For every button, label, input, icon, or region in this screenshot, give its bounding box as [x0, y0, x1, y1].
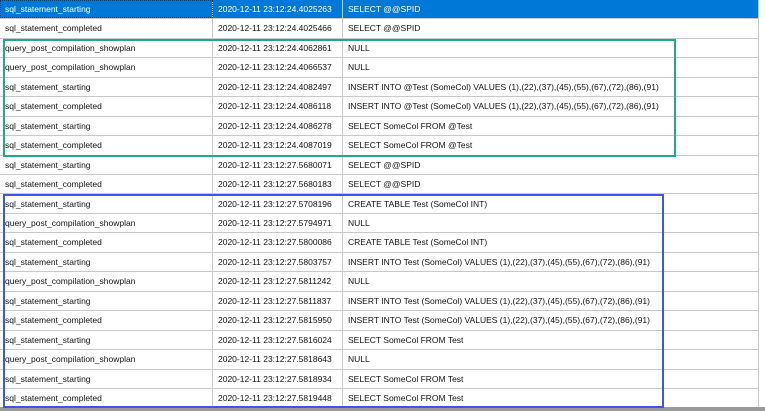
timestamp-cell: 2020-12-11 23:12:24.4087019 — [213, 136, 343, 155]
table-row[interactable]: query_post_compilation_showplan 2020-12-1… — [0, 38, 758, 59]
timestamp-cell: 2020-12-11 23:12:24.4025466 — [213, 19, 343, 38]
timestamp-cell: 2020-12-11 23:12:24.4086278 — [213, 116, 343, 136]
statement-cell: SELECT @@SPID — [348, 23, 421, 34]
statement-cell: INSERT INTO Test (SomeCol) VALUES (1),(2… — [348, 315, 650, 326]
timestamp-cell: 2020-12-11 23:12:27.5818643 — [213, 350, 343, 369]
statement-cell: SELECT SomeCol FROM Test — [348, 393, 464, 403]
timestamp-cell: 2020-12-11 23:12:24.4025263 — [213, 0, 343, 19]
event-name-cell: sql_statement_completed — [0, 175, 213, 194]
table-row[interactable]: sql_statement_completed 2020-12-11 23:12:… — [0, 175, 758, 195]
statement-cell: CREATE TABLE Test (SomeCol INT) — [348, 237, 488, 248]
event-name-cell: sql_statement_starting — [0, 252, 213, 272]
timestamp-cell: 2020-12-11 23:12:27.5816024 — [213, 330, 343, 350]
timestamp-cell: 2020-12-11 23:12:27.5803757 — [213, 252, 343, 272]
table-row[interactable]: sql_statement_starting 2020-12-11 23:12:2… — [0, 116, 758, 137]
table-row[interactable]: sql_statement_starting 2020-12-11 23:12:2… — [0, 0, 758, 20]
timestamp-cell: 2020-12-11 23:12:24.4066537 — [213, 58, 343, 77]
table-row[interactable]: sql_statement_starting 2020-12-11 23:12:2… — [0, 291, 758, 312]
statement-cell: NULL — [348, 276, 370, 287]
event-name-cell: sql_statement_starting — [0, 155, 213, 175]
event-name-cell: sql_statement_starting — [0, 194, 213, 213]
event-name-cell: sql_statement_completed — [0, 389, 213, 408]
event-name-cell: sql_statement_starting — [0, 77, 213, 97]
event-name-cell: query_post_compilation_showplan — [0, 38, 213, 58]
timestamp-cell: 2020-12-11 23:12:27.5811242 — [213, 272, 343, 291]
table-row[interactable]: query_post_compilation_showplan 2020-12-1… — [0, 213, 758, 234]
event-name-cell: sql_statement_starting — [0, 330, 213, 350]
timestamp-cell: 2020-12-11 23:12:27.5680183 — [213, 175, 343, 194]
table-row[interactable]: sql_statement_starting 2020-12-11 23:12:2… — [0, 252, 758, 273]
table-row[interactable]: query_post_compilation_showplan 2020-12-1… — [0, 350, 758, 370]
event-grid: sql_statement_starting 2020-12-11 23:12:2… — [0, 0, 759, 409]
statement-cell: SELECT SomeCol FROM @Test — [348, 120, 473, 131]
table-row[interactable]: sql_statement_starting 2020-12-11 23:12:2… — [0, 330, 758, 351]
event-name-cell: query_post_compilation_showplan — [0, 58, 213, 77]
event-name-cell: sql_statement_completed — [0, 136, 213, 155]
statement-cell: SELECT SomeCol FROM @Test — [348, 140, 473, 151]
event-name-cell: sql_statement_completed — [0, 311, 213, 330]
timestamp-cell: 2020-12-11 23:12:27.5819448 — [213, 389, 343, 408]
timestamp-cell: 2020-12-11 23:12:24.4082497 — [213, 77, 343, 97]
event-name-cell: sql_statement_completed — [0, 97, 213, 116]
event-name-cell: query_post_compilation_showplan — [0, 213, 213, 233]
table-row[interactable]: sql_statement_completed 2020-12-11 23:12:… — [0, 97, 758, 117]
statement-cell: INSERT INTO Test (SomeCol) VALUES (1),(2… — [348, 295, 650, 306]
table-row[interactable]: sql_statement_starting 2020-12-11 23:12:2… — [0, 155, 758, 176]
statement-cell: SELECT SomeCol FROM Test — [348, 373, 464, 384]
event-name-cell: sql_statement_completed — [0, 233, 213, 252]
statement-cell: SELECT @@SPID — [348, 179, 421, 190]
timestamp-cell: 2020-12-11 23:12:27.5815950 — [213, 311, 343, 330]
event-name-cell: sql_statement_starting — [0, 291, 213, 311]
statement-cell: NULL — [348, 354, 370, 365]
timestamp-cell: 2020-12-11 23:12:24.4086118 — [213, 97, 343, 116]
table-row[interactable]: query_post_compilation_showplan 2020-12-1… — [0, 272, 758, 292]
statement-cell: NULL — [348, 217, 370, 228]
table-row[interactable]: sql_statement_starting 2020-12-11 23:12:2… — [0, 369, 758, 389]
table-row[interactable]: sql_statement_completed 2020-12-11 23:12:… — [0, 311, 758, 331]
statement-cell: SELECT SomeCol FROM Test — [348, 334, 464, 345]
timestamp-cell: 2020-12-11 23:12:27.5708196 — [213, 194, 343, 213]
timestamp-cell: 2020-12-11 23:12:24.4062861 — [213, 38, 343, 58]
statement-cell: INSERT INTO Test (SomeCol) VALUES (1),(2… — [348, 256, 650, 267]
table-row[interactable]: sql_statement_starting 2020-12-11 23:12:2… — [0, 194, 758, 214]
event-name-cell: sql_statement_starting — [0, 369, 213, 388]
table-row[interactable]: sql_statement_completed 2020-12-11 23:12:… — [0, 19, 758, 39]
timestamp-cell: 2020-12-11 23:12:27.5811837 — [213, 291, 343, 311]
statement-cell: INSERT INTO @Test (SomeCol) VALUES (1),(… — [348, 81, 659, 92]
table-row[interactable]: sql_statement_starting 2020-12-11 23:12:2… — [0, 77, 758, 98]
event-name-cell: query_post_compilation_showplan — [0, 350, 213, 369]
event-name-cell: sql_statement_completed — [0, 19, 213, 38]
horizontal-scrollbar[interactable] — [0, 407, 765, 411]
table-row[interactable]: query_post_compilation_showplan 2020-12-1… — [0, 58, 758, 78]
event-name-cell: sql_statement_starting — [0, 116, 213, 136]
statement-cell: CREATE TABLE Test (SomeCol INT) — [348, 198, 488, 209]
event-name-cell: query_post_compilation_showplan — [0, 272, 213, 291]
timestamp-cell: 2020-12-11 23:12:27.5818934 — [213, 369, 343, 388]
statement-cell: SELECT @@SPID — [348, 4, 421, 14]
statement-cell: SELECT @@SPID — [348, 159, 421, 170]
statement-cell: INSERT INTO @Test (SomeCol) VALUES (1),(… — [348, 101, 659, 112]
timestamp-cell: 2020-12-11 23:12:27.5680071 — [213, 155, 343, 175]
table-row[interactable]: sql_statement_completed 2020-12-11 23:12:… — [0, 233, 758, 253]
timestamp-cell: 2020-12-11 23:12:27.5794971 — [213, 213, 343, 233]
table-row[interactable]: sql_statement_completed 2020-12-11 23:12:… — [0, 389, 758, 409]
statement-cell: NULL — [348, 42, 370, 53]
event-name-cell: sql_statement_starting — [0, 0, 213, 19]
statement-cell: NULL — [348, 62, 370, 73]
table-row[interactable]: sql_statement_completed 2020-12-11 23:12:… — [0, 136, 758, 156]
timestamp-cell: 2020-12-11 23:12:27.5800086 — [213, 233, 343, 252]
